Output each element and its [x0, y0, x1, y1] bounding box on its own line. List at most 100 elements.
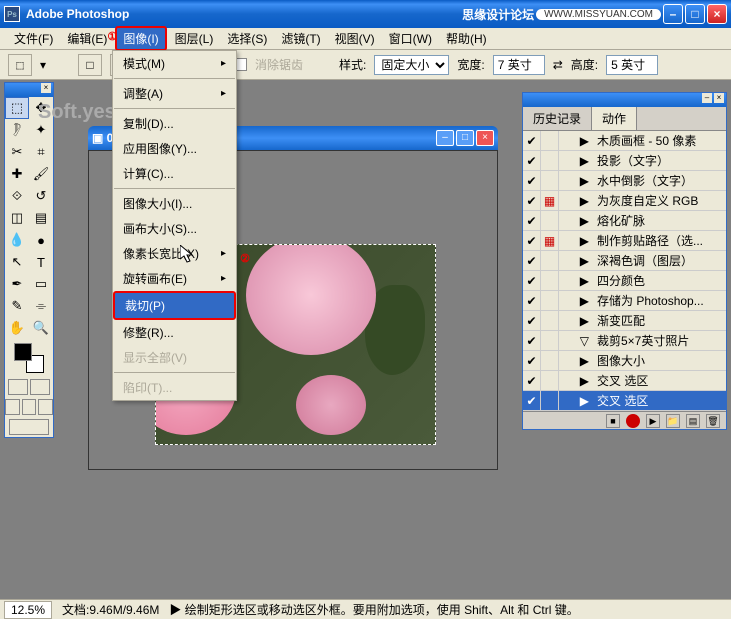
action-dialog-toggle[interactable]	[541, 271, 559, 290]
action-row[interactable]: ✔▶图像大小	[523, 351, 726, 371]
heal-tool[interactable]: ✚	[5, 163, 29, 185]
action-dialog-toggle[interactable]	[541, 251, 559, 270]
action-dialog-toggle[interactable]	[541, 331, 559, 350]
expand-arrow-icon[interactable]: ▶	[559, 174, 593, 188]
height-input[interactable]	[606, 55, 658, 75]
action-row[interactable]: ✔▶水中倒影（文字）	[523, 171, 726, 191]
lasso-tool[interactable]: 𓏢	[5, 119, 29, 141]
action-row[interactable]: ✔▦▶为灰度自定义 RGB	[523, 191, 726, 211]
action-dialog-toggle[interactable]: ▦	[541, 231, 559, 250]
action-dialog-toggle[interactable]	[541, 371, 559, 390]
action-row[interactable]: ✔▶交叉 选区	[523, 371, 726, 391]
expand-arrow-icon[interactable]: ▶	[559, 394, 593, 408]
expand-arrow-icon[interactable]: ▶	[559, 254, 593, 268]
close-button[interactable]: ×	[707, 4, 727, 24]
screen-full[interactable]	[38, 399, 53, 415]
action-row[interactable]: ✔▶存储为 Photoshop...	[523, 291, 726, 311]
dodge-tool[interactable]: ●	[29, 229, 53, 251]
action-toggle[interactable]: ✔	[523, 391, 541, 410]
delete-button[interactable]: 🗑	[706, 414, 720, 428]
maximize-button[interactable]: □	[685, 4, 705, 24]
action-dialog-toggle[interactable]	[541, 131, 559, 150]
crop-tool[interactable]: ✂	[5, 141, 29, 163]
menu-trim[interactable]: 修整(R)...	[113, 320, 236, 345]
stamp-tool[interactable]: ⟐	[5, 185, 29, 207]
menu-edit[interactable]: 编辑(E)	[61, 28, 113, 49]
action-dialog-toggle[interactable]: ▦	[541, 191, 559, 210]
type-tool[interactable]: T	[29, 251, 53, 273]
menu-adjust[interactable]: 调整(A)▸	[113, 81, 236, 106]
zoom-level[interactable]: 12.5%	[4, 601, 52, 619]
panel-close-icon[interactable]: ×	[714, 93, 724, 103]
action-toggle[interactable]: ✔	[523, 311, 541, 330]
expand-arrow-icon[interactable]: ▶	[559, 354, 593, 368]
tab-history[interactable]: 历史记录	[523, 107, 592, 130]
eyedropper-tool[interactable]: ⌯	[29, 295, 53, 317]
action-toggle[interactable]: ✔	[523, 291, 541, 310]
menu-image-size[interactable]: 图像大小(I)...	[113, 191, 236, 216]
standard-mode[interactable]	[8, 379, 28, 395]
fg-color-swatch[interactable]	[14, 343, 32, 361]
screen-std[interactable]	[5, 399, 20, 415]
action-row[interactable]: ✔▶投影（文字）	[523, 151, 726, 171]
action-row[interactable]: ✔▶熔化矿脉	[523, 211, 726, 231]
menu-file[interactable]: 文件(F)	[8, 28, 59, 49]
slice-tool[interactable]: ⌗	[29, 141, 53, 163]
menu-canvas-size[interactable]: 画布大小(S)...	[113, 216, 236, 241]
action-toggle[interactable]: ✔	[523, 211, 541, 230]
action-toggle[interactable]: ✔	[523, 131, 541, 150]
menu-rotate-canvas[interactable]: 旋转画布(E)▸②	[113, 266, 236, 291]
action-toggle[interactable]: ✔	[523, 351, 541, 370]
action-toggle[interactable]: ✔	[523, 331, 541, 350]
screen-full-menu[interactable]	[22, 399, 37, 415]
action-toggle[interactable]: ✔	[523, 251, 541, 270]
action-dialog-toggle[interactable]	[541, 391, 559, 410]
action-row[interactable]: ✔▶渐变匹配	[523, 311, 726, 331]
action-toggle[interactable]: ✔	[523, 151, 541, 170]
action-dialog-toggle[interactable]	[541, 311, 559, 330]
expand-arrow-icon[interactable]: ▶	[559, 134, 593, 148]
menu-filter[interactable]: 滤镜(T)	[275, 28, 326, 49]
brush-tool[interactable]: 🖌	[29, 163, 53, 185]
expand-arrow-icon[interactable]: ▶	[559, 294, 593, 308]
menu-crop[interactable]: 裁切(P)	[113, 291, 236, 320]
menu-image[interactable]: ① 图像(I)	[115, 26, 166, 51]
swap-icon[interactable]: ⇄	[553, 58, 563, 72]
expand-arrow-icon[interactable]: ▶	[559, 154, 593, 168]
toolbox-close-icon[interactable]: ×	[41, 83, 51, 93]
path-tool[interactable]: ↖	[5, 251, 29, 273]
marquee-tool[interactable]: ⬚	[5, 97, 29, 119]
menu-pixel-ratio[interactable]: 像素长宽比(X)▸	[113, 241, 236, 266]
menu-calc[interactable]: 计算(C)...	[113, 161, 236, 186]
action-toggle[interactable]: ✔	[523, 171, 541, 190]
expand-arrow-icon[interactable]: ▶	[559, 374, 593, 388]
gradient-tool[interactable]: ▤	[29, 207, 53, 229]
action-dialog-toggle[interactable]	[541, 171, 559, 190]
action-toggle[interactable]: ✔	[523, 191, 541, 210]
action-dialog-toggle[interactable]	[541, 151, 559, 170]
expand-arrow-icon[interactable]: ▶	[559, 214, 593, 228]
blur-tool[interactable]: 💧	[5, 229, 29, 251]
notes-tool[interactable]: ✎	[5, 295, 29, 317]
doc-minimize-button[interactable]: –	[436, 130, 454, 146]
history-brush-tool[interactable]: ↺	[29, 185, 53, 207]
tab-actions[interactable]: 动作	[592, 107, 637, 130]
pen-tool[interactable]: ✒	[5, 273, 29, 295]
action-row[interactable]: ✔▶深褐色调（图层）	[523, 251, 726, 271]
minimize-button[interactable]: –	[663, 4, 683, 24]
new-set-button[interactable]: 📁	[666, 414, 680, 428]
shape-tool[interactable]: ▭	[29, 273, 53, 295]
style-select[interactable]: 固定大小	[374, 55, 449, 75]
expand-arrow-icon[interactable]: ▽	[559, 334, 593, 348]
stop-button[interactable]: ■	[606, 414, 620, 428]
action-dialog-toggle[interactable]	[541, 351, 559, 370]
doc-maximize-button[interactable]: □	[456, 130, 474, 146]
selmode-new-icon[interactable]: □	[78, 54, 102, 76]
zoom-tool[interactable]: 🔍	[29, 317, 53, 339]
expand-arrow-icon[interactable]: ▶	[559, 234, 593, 248]
menu-window[interactable]: 窗口(W)	[383, 28, 438, 49]
action-toggle[interactable]: ✔	[523, 271, 541, 290]
action-row[interactable]: ✔▶木质画框 - 50 像素	[523, 131, 726, 151]
menu-duplicate[interactable]: 复制(D)...	[113, 111, 236, 136]
menu-view[interactable]: 视图(V)	[329, 28, 381, 49]
